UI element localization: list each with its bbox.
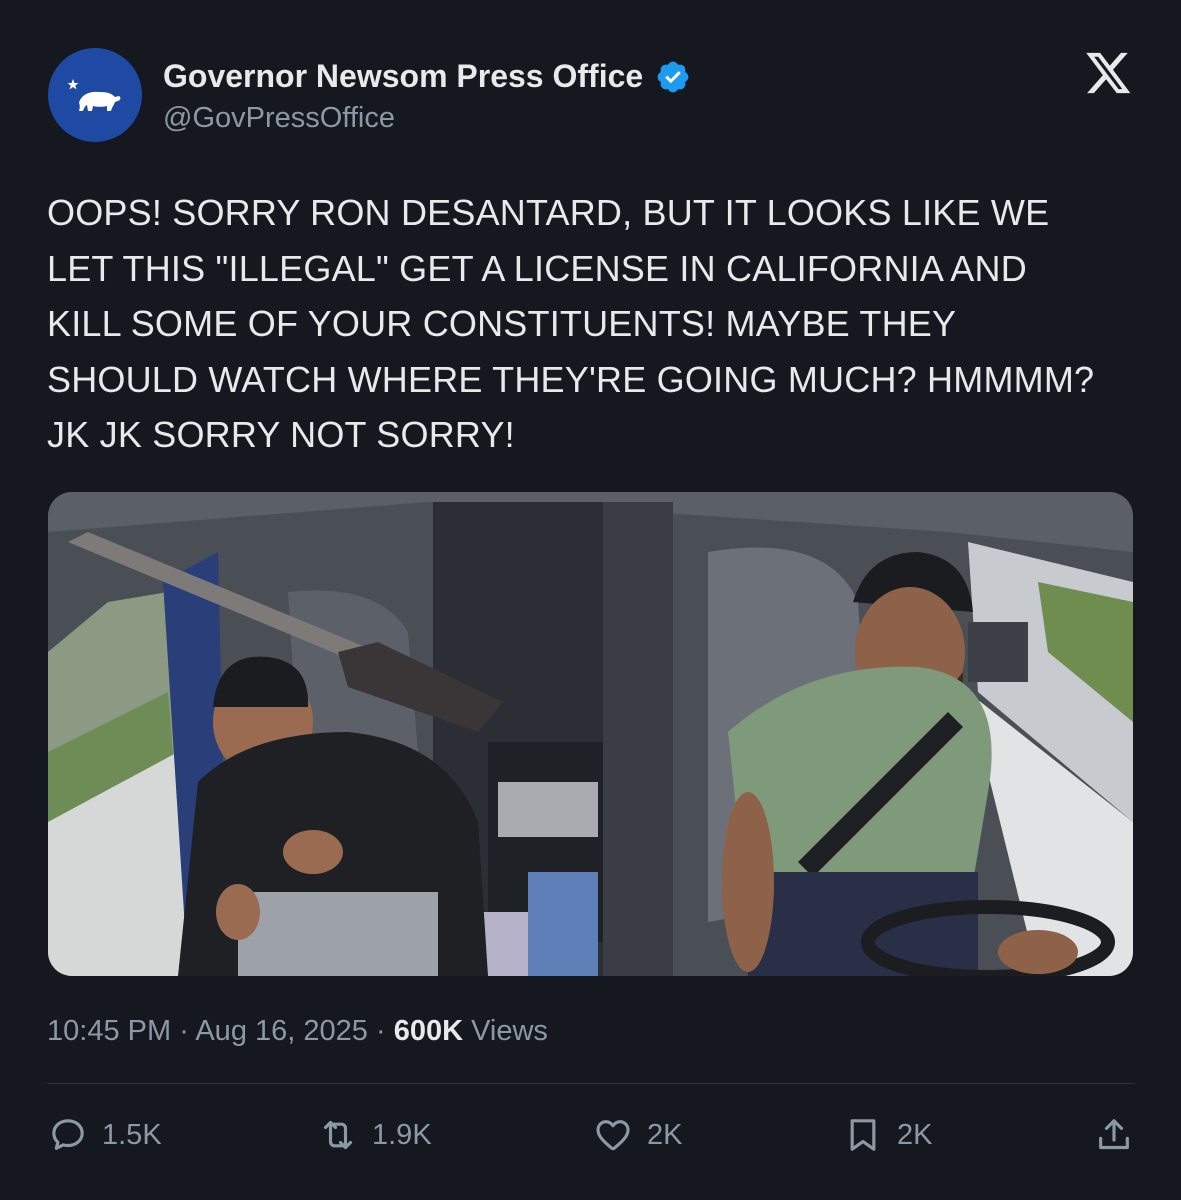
share-icon (1099, 1119, 1129, 1150)
account-handle[interactable]: @GovPressOffice (163, 102, 395, 135)
account-name[interactable]: Governor Newsom Press Office (163, 58, 691, 95)
verified-badge-icon (657, 61, 689, 92)
x-logo-icon[interactable] (1086, 52, 1132, 96)
tweet-text-line: SHOULD WATCH WHERE THEY'RE GOING MUCH? H… (47, 358, 1095, 400)
avatar[interactable] (48, 48, 142, 142)
tweet-media[interactable] (48, 492, 1133, 976)
share-button[interactable] (1094, 1113, 1134, 1157)
divider (47, 1083, 1135, 1084)
tweet-time[interactable]: 10:45 PM (47, 1015, 171, 1047)
repost-count: 1.9K (372, 1118, 432, 1151)
views-count: 600K (393, 1015, 464, 1047)
tweet-meta: 10:45 PM · Aug 16, 2025 · 600K Views (47, 1015, 548, 1048)
tweet-text-line: LET THIS "ILLEGAL" GET A LICENSE IN CALI… (47, 247, 1027, 289)
bookmark-icon (850, 1119, 876, 1151)
repost-button[interactable]: 1.9K (318, 1113, 432, 1157)
repost-icon (323, 1120, 353, 1150)
tweet-text-line: OOPS! SORRY RON DESANTARD, BUT IT LOOKS … (47, 192, 1050, 233)
tweet-date[interactable]: Aug 16, 2025 (195, 1015, 368, 1047)
meta-separator: · (375, 1015, 386, 1047)
tweet-text: OOPS! SORRY RON DESANTARD, BUT IT LOOKS … (47, 185, 1147, 463)
views-label: Views (471, 1015, 548, 1047)
reply-button[interactable]: 1.5K (48, 1113, 162, 1157)
bookmark-button[interactable]: 2K (843, 1113, 932, 1157)
like-count: 2K (647, 1118, 683, 1151)
bookmark-count: 2K (897, 1118, 933, 1151)
account-name-text: Governor Newsom Press Office (163, 58, 644, 94)
like-icon (596, 1120, 630, 1151)
video-thumbnail (48, 492, 1133, 976)
bear-icon (67, 79, 121, 111)
meta-separator: · (179, 1015, 189, 1047)
like-button[interactable]: 2K (593, 1113, 682, 1157)
reply-count: 1.5K (102, 1118, 162, 1151)
reply-icon (52, 1119, 84, 1150)
tweet-text-line: JK JK SORRY NOT SORRY! (47, 414, 515, 455)
tweet-text-line: KILL SOME OF YOUR CONSTITUENTS! MAYBE TH… (47, 303, 957, 344)
